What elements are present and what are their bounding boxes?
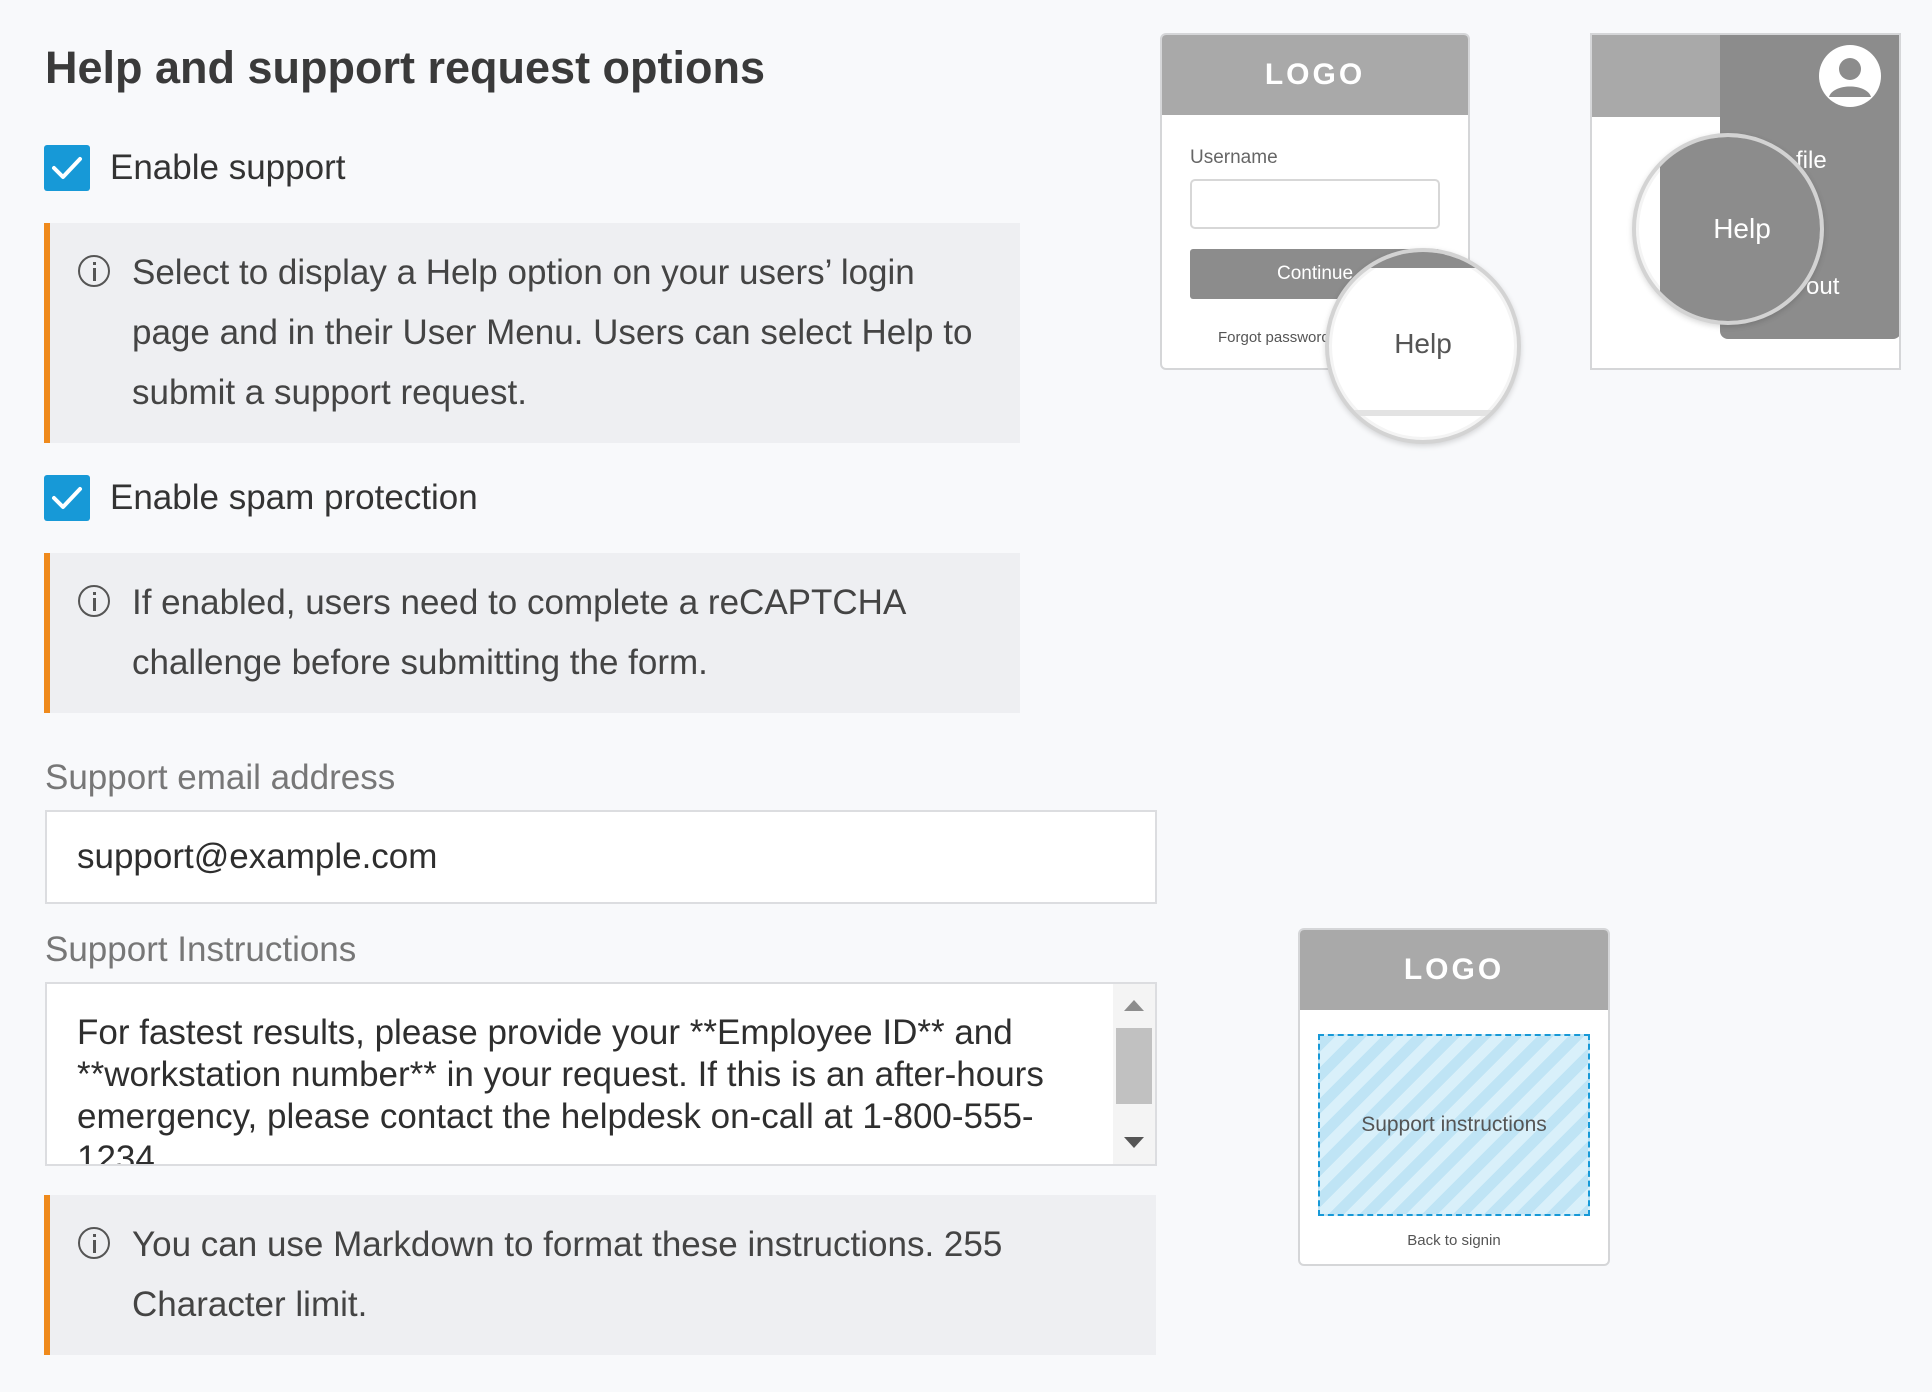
instructions-preview-logo: LOGO: [1300, 930, 1608, 1010]
scroll-thumb[interactable]: [1116, 1028, 1152, 1104]
login-preview-forgot-link: Forgot password: [1218, 329, 1330, 346]
checkmark-icon: [52, 487, 82, 509]
instructions-info-box: You can use Markdown to format these ins…: [44, 1195, 1156, 1355]
enable-support-checkbox[interactable]: [44, 145, 90, 191]
info-icon: [78, 255, 110, 287]
checkmark-icon: [52, 157, 82, 179]
spam-info-box: If enabled, users need to complete a reC…: [44, 553, 1020, 713]
instructions-preview-card: LOGO Support instructions Back to signin: [1298, 928, 1610, 1266]
menu-preview-help-item: Help: [1713, 213, 1771, 244]
enable-support-row[interactable]: Enable support: [44, 145, 345, 191]
support-instructions-placeholder-text: Support instructions: [1361, 1113, 1547, 1136]
login-preview-username-label: Username: [1190, 147, 1278, 168]
support-instructions-textarea[interactable]: For fastest results, please provide your…: [45, 982, 1157, 1166]
enable-spam-label[interactable]: Enable spam protection: [110, 478, 478, 518]
magnified-card-edge: [1329, 410, 1517, 416]
page-title: Help and support request options: [45, 42, 766, 93]
magnified-button-edge: [1329, 252, 1517, 268]
support-instructions-text[interactable]: For fastest results, please provide your…: [77, 1012, 1087, 1164]
support-email-label: Support email address: [45, 758, 396, 797]
spam-info-text: If enabled, users need to complete a reC…: [132, 583, 905, 682]
enable-spam-row[interactable]: Enable spam protection: [44, 475, 478, 521]
login-preview-help-link: Help: [1394, 328, 1452, 359]
login-preview-logo: LOGO: [1162, 35, 1468, 115]
instructions-info-text: You can use Markdown to format these ins…: [132, 1225, 1003, 1324]
enable-spam-checkbox[interactable]: [44, 475, 90, 521]
support-email-input[interactable]: [45, 810, 1157, 904]
user-avatar-icon: [1819, 45, 1881, 107]
login-preview-username-input: [1190, 179, 1440, 229]
scroll-down-arrow-icon[interactable]: [1124, 1137, 1144, 1148]
enable-support-label[interactable]: Enable support: [110, 148, 345, 188]
back-to-signin-link: Back to signin: [1407, 1232, 1501, 1249]
support-info-box: Select to display a Help option on your …: [44, 223, 1020, 443]
login-help-magnifier: Help: [1325, 248, 1521, 444]
support-info-text: Select to display a Help option on your …: [132, 253, 973, 412]
support-instructions-placeholder: Support instructions: [1318, 1034, 1590, 1216]
textarea-scrollbar[interactable]: [1113, 984, 1155, 1164]
scroll-up-arrow-icon[interactable]: [1124, 1000, 1144, 1011]
info-icon: [78, 585, 110, 617]
info-icon: [78, 1227, 110, 1259]
support-instructions-label: Support Instructions: [45, 930, 357, 969]
menu-help-magnifier: Help: [1632, 133, 1824, 325]
